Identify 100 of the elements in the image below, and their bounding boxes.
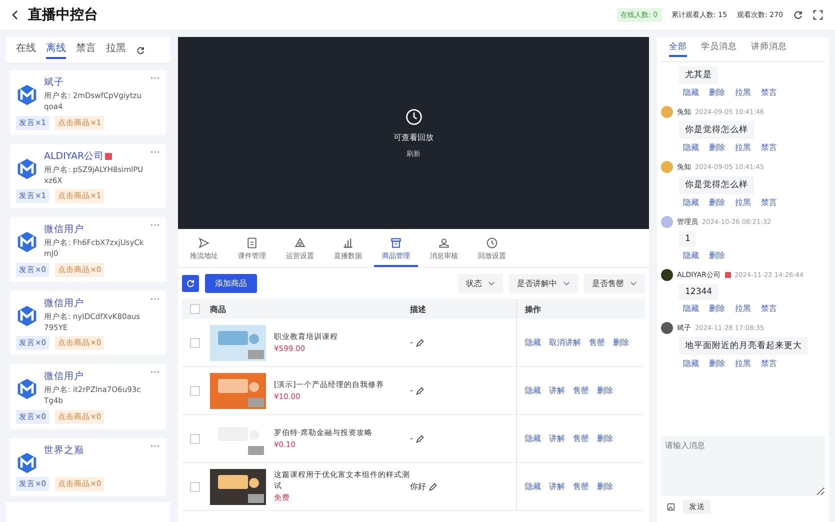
add-product-button[interactable]: 添加商品 [205, 274, 257, 293]
more-icon[interactable] [150, 370, 160, 374]
avatar [661, 269, 673, 281]
logo-icon [16, 231, 38, 253]
refresh-icon[interactable] [793, 10, 803, 20]
logo-icon [16, 158, 38, 180]
action-link[interactable]: 删除 [597, 385, 613, 396]
chevron-down-icon [630, 281, 637, 286]
description-text: - [410, 434, 413, 443]
back-icon[interactable] [12, 10, 18, 20]
message-text: 12344 [679, 284, 718, 300]
more-icon[interactable] [150, 76, 160, 80]
action-link[interactable]: 隐藏 [525, 481, 541, 492]
refresh-icon[interactable] [136, 46, 145, 54]
action-link[interactable]: 拉黑 [735, 358, 751, 369]
replay-message: 可查看回放 [394, 132, 434, 142]
edit-icon[interactable] [416, 386, 424, 394]
action-link[interactable]: 售罄 [573, 433, 589, 444]
action-link[interactable]: 禁言 [761, 87, 777, 98]
column-header: 商品 [210, 304, 227, 314]
user-tab[interactable]: 离线 [46, 41, 66, 59]
action-link[interactable]: 售罄 [573, 481, 589, 492]
user-name: ALDIYAR公司 [44, 150, 104, 162]
action-link[interactable]: 拉黑 [735, 197, 751, 208]
chat-tab[interactable]: 全部 [669, 41, 687, 57]
action-link[interactable]: 删除 [597, 433, 613, 444]
action-link[interactable]: 隐藏 [525, 385, 541, 396]
action-link[interactable]: 讲解 [549, 433, 565, 444]
message-text: 1 [679, 231, 696, 247]
select-all-checkbox[interactable] [190, 304, 200, 314]
action-link[interactable]: 拉黑 [735, 87, 751, 98]
clock-icon [404, 108, 422, 126]
user-tab[interactable]: 禁言 [76, 41, 96, 59]
edit-icon[interactable] [429, 482, 437, 490]
action-link[interactable]: 禁言 [761, 303, 777, 314]
row-checkbox[interactable] [190, 386, 200, 396]
action-link[interactable]: 删除 [709, 87, 725, 98]
more-icon[interactable] [150, 150, 160, 154]
action-link[interactable]: 删除 [709, 142, 725, 153]
more-icon[interactable] [150, 444, 160, 448]
action-link[interactable]: 删除 [709, 197, 725, 208]
refresh-button[interactable] [182, 275, 199, 292]
action-link[interactable]: 隐藏 [683, 250, 699, 261]
chevron-down-icon [488, 281, 495, 286]
action-link[interactable]: 删除 [613, 337, 629, 348]
send-icon [198, 237, 210, 249]
column-header: 描述 [410, 304, 427, 314]
bar-chart-icon [342, 237, 354, 249]
user-name: 微信用户 [44, 223, 84, 236]
action-link[interactable]: 讲解 [549, 385, 565, 396]
action-link[interactable]: 售罄 [589, 337, 605, 348]
row-checkbox[interactable] [190, 482, 200, 492]
chat-tab[interactable]: 学员消息 [701, 41, 737, 57]
filter-dropdown[interactable]: 状态 [458, 274, 503, 293]
action-link[interactable]: 删除 [709, 303, 725, 314]
filter-dropdown[interactable]: 是否讲解中 [509, 274, 578, 293]
action-link[interactable]: 隐藏 [683, 142, 699, 153]
avatar [661, 322, 673, 334]
action-link[interactable]: 禁言 [761, 142, 777, 153]
logo-icon [16, 378, 38, 400]
action-link[interactable]: 取消讲解 [549, 337, 581, 348]
action-link[interactable]: 隐藏 [683, 303, 699, 314]
user-name: 斌子 [44, 76, 64, 89]
more-icon[interactable] [150, 223, 160, 227]
action-link[interactable]: 禁言 [761, 358, 777, 369]
action-link[interactable]: 删除 [709, 250, 725, 261]
action-link[interactable]: 删除 [597, 481, 613, 492]
action-link[interactable]: 禁言 [761, 197, 777, 208]
refresh-icon [186, 279, 195, 288]
action-link[interactable]: 售罄 [573, 385, 589, 396]
more-icon[interactable] [150, 296, 160, 300]
action-link[interactable]: 讲解 [549, 481, 565, 492]
triangle-icon [294, 237, 306, 249]
user-tab[interactable]: 在线 [16, 41, 36, 59]
action-link[interactable]: 隐藏 [683, 197, 699, 208]
action-link[interactable]: 隐藏 [525, 337, 541, 348]
action-link[interactable]: 隐藏 [525, 433, 541, 444]
row-checkbox[interactable] [190, 434, 200, 444]
logo-icon [16, 84, 38, 106]
avatar [661, 216, 673, 228]
action-link[interactable]: 删除 [709, 358, 725, 369]
user-tab[interactable]: 拉黑 [106, 41, 126, 59]
clock-icon [486, 237, 498, 249]
action-link[interactable]: 隐藏 [683, 87, 699, 98]
filter-dropdown[interactable]: 是否售罄 [584, 274, 645, 293]
row-checkbox[interactable] [190, 338, 200, 348]
message-text: 尤其是 [679, 66, 718, 84]
chat-tab[interactable]: 讲师消息 [751, 41, 787, 57]
action-link[interactable]: 拉黑 [735, 303, 751, 314]
edit-icon[interactable] [416, 434, 424, 442]
description-text: - [410, 338, 413, 347]
action-link[interactable]: 隐藏 [683, 358, 699, 369]
edit-icon[interactable] [416, 338, 424, 346]
action-link[interactable]: 拉黑 [735, 142, 751, 153]
logo-icon [16, 304, 38, 326]
message-input[interactable]: 请输入消息 [661, 436, 825, 496]
message-text: 地平面附近的月亮看起来更大 [679, 337, 808, 355]
fullscreen-icon[interactable] [813, 10, 823, 20]
column-header: 操作 [516, 299, 645, 319]
image-icon[interactable] [667, 503, 675, 511]
